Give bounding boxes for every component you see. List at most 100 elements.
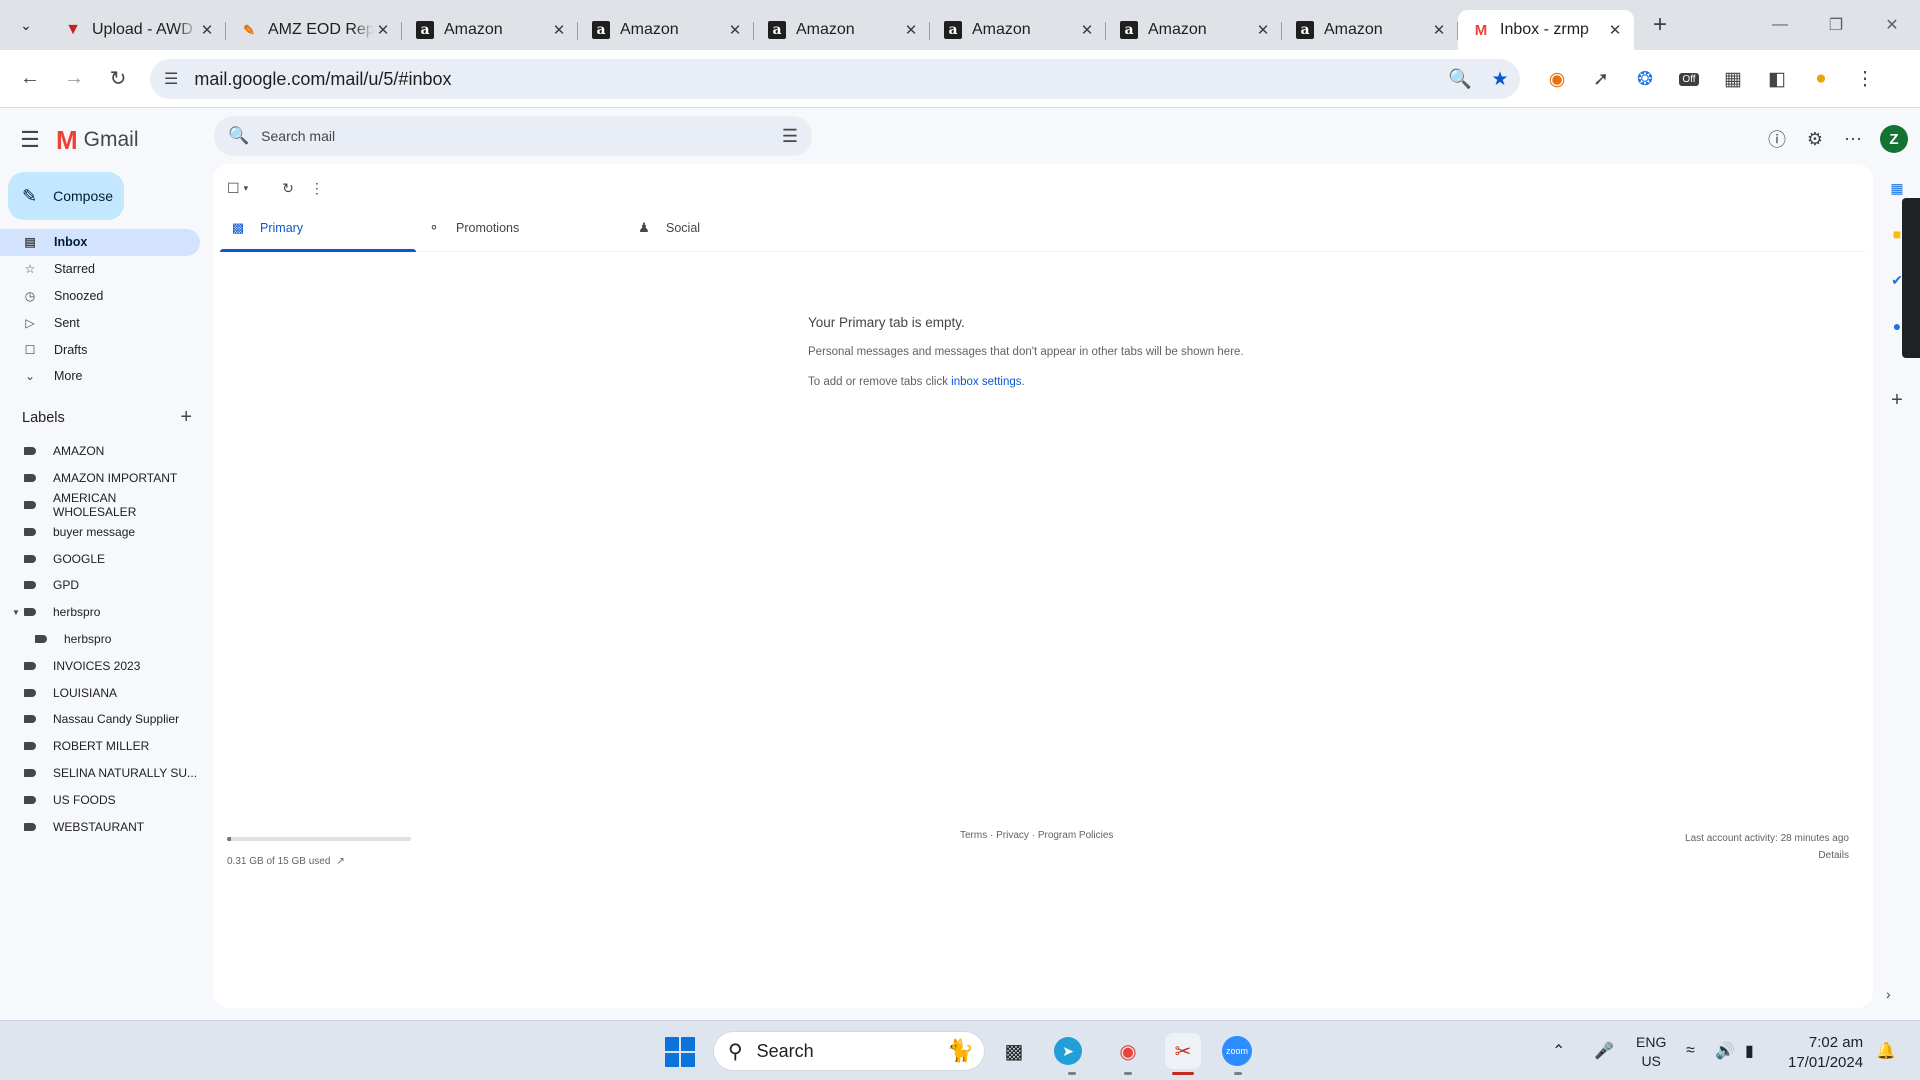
sidebar-item-inbox[interactable]: ▤ Inbox — [0, 229, 200, 256]
profile-avatar-icon[interactable]: ● — [1799, 59, 1843, 99]
apps-grid-icon[interactable]: ⋯ — [1834, 120, 1872, 158]
tab-primary[interactable]: ▩ Primary — [220, 204, 416, 252]
battery-icon[interactable]: ▮ — [1745, 1031, 1754, 1071]
browser-tab[interactable]: a Amazon ✕ — [1282, 10, 1458, 50]
zoom-app-icon[interactable]: zoom — [1222, 1036, 1252, 1066]
sidebar-item-snoozed[interactable]: ◷ Snoozed — [0, 283, 200, 310]
close-tab-icon[interactable]: ✕ — [1430, 21, 1448, 39]
chrome-icon[interactable]: ◉ — [1110, 1033, 1146, 1069]
browser-menu-icon[interactable]: ⋮ — [1843, 59, 1887, 99]
manage-storage-icon[interactable]: ↗ — [336, 856, 344, 867]
label-item[interactable]: GOOGLE — [0, 545, 200, 572]
keep-icon[interactable]: ■ — [1885, 222, 1909, 246]
site-info-icon[interactable]: ☰ — [164, 69, 178, 89]
calendar-icon[interactable]: ▦ — [1885, 176, 1909, 200]
browser-tab[interactable]: a Amazon ✕ — [578, 10, 754, 50]
extension-orange-icon[interactable]: ◉ — [1535, 59, 1579, 99]
close-tab-icon[interactable]: ✕ — [550, 21, 568, 39]
tab-search-button[interactable]: ⌄ — [8, 7, 44, 43]
close-tab-icon[interactable]: ✕ — [374, 21, 392, 39]
extension-off-icon[interactable]: Off — [1667, 59, 1711, 99]
label-item[interactable]: AMAZON IMPORTANT — [0, 465, 200, 492]
tab-promotions[interactable]: ⚬ Promotions — [416, 204, 626, 252]
refresh-button[interactable]: ↻ — [282, 174, 294, 202]
label-item[interactable]: SELINA NATURALLY SU... — [0, 760, 200, 787]
close-tab-icon[interactable]: ✕ — [1078, 21, 1096, 39]
task-view-icon[interactable]: ▩ — [996, 1033, 1032, 1069]
label-item[interactable]: herbspro — [0, 626, 200, 653]
close-tab-icon[interactable]: ✕ — [1254, 21, 1272, 39]
help-icon[interactable]: ⓘ — [1758, 120, 1796, 158]
puzzle-icon[interactable]: ▦ — [1711, 59, 1755, 99]
new-tab-button[interactable]: + — [1642, 7, 1678, 43]
system-clock[interactable]: 7:02 am 17/01/2024 — [1788, 1033, 1863, 1073]
close-window-button[interactable]: ✕ — [1864, 0, 1920, 50]
wifi-icon[interactable]: ≈ — [1686, 1031, 1695, 1071]
details-link[interactable]: Details — [1685, 847, 1849, 864]
search-icon[interactable]: 🔍 — [228, 126, 249, 146]
more-options-icon[interactable]: ⋮ — [310, 174, 324, 202]
address-bar[interactable]: ☰ mail.google.com/mail/u/5/#inbox 🔍 ★ — [150, 59, 1520, 99]
minimize-button[interactable]: — — [1752, 0, 1808, 50]
select-all-checkbox[interactable]: ☐ ▾ — [227, 174, 260, 202]
side-panel-icon[interactable]: ◧ — [1755, 59, 1799, 99]
label-item[interactable]: AMERICAN WHOLESALER — [0, 491, 200, 519]
label-item[interactable]: ▼ herbspro — [0, 599, 200, 626]
taskbar-search[interactable]: ⚲ Search 🐈 — [713, 1031, 985, 1071]
volume-icon[interactable]: 🔊 — [1715, 1031, 1735, 1071]
inbox-settings-link[interactable]: inbox settings — [951, 376, 1021, 388]
search-options-icon[interactable]: ☰ — [782, 126, 798, 147]
telegram-icon[interactable]: ➤ — [1054, 1037, 1082, 1065]
label-item[interactable]: US FOODS — [0, 786, 200, 813]
gmail-logo[interactable]: M Gmail — [56, 125, 139, 156]
tasks-icon[interactable]: ✔ — [1885, 268, 1909, 292]
notifications-bell-icon[interactable]: 🔔 — [1876, 1031, 1896, 1071]
compose-button[interactable]: ✎ Compose — [8, 172, 124, 220]
close-tab-icon[interactable]: ✕ — [902, 21, 920, 39]
browser-tab[interactable]: a Amazon ✕ — [930, 10, 1106, 50]
main-menu-button[interactable]: ☰ — [6, 116, 54, 164]
input-language-indicator[interactable]: ENG US — [1636, 1033, 1666, 1071]
close-tab-icon[interactable]: ✕ — [726, 21, 744, 39]
program-policies-link[interactable]: Program Policies — [1038, 830, 1114, 841]
collapse-caret-icon[interactable]: ▼ — [12, 608, 20, 617]
label-item[interactable]: AMAZON — [0, 438, 200, 465]
sidebar-item-sent[interactable]: ▷ Sent — [0, 309, 200, 336]
microphone-icon[interactable]: 🎤 — [1594, 1031, 1614, 1071]
sidebar-item-more[interactable]: ⌄ More — [0, 363, 200, 390]
browser-tab[interactable]: M Inbox - zrmp ✕ — [1458, 10, 1634, 50]
close-tab-icon[interactable]: ✕ — [1606, 21, 1624, 39]
extension-blue-icon[interactable]: ❂ — [1623, 59, 1667, 99]
tab-social[interactable]: ♟ Social — [626, 204, 836, 252]
forward-button[interactable]: → — [56, 61, 92, 97]
search-input[interactable] — [261, 128, 782, 144]
label-item[interactable]: GPD — [0, 572, 200, 599]
reload-button[interactable]: ↻ — [100, 61, 136, 97]
back-button[interactable]: ← — [12, 61, 48, 97]
close-tab-icon[interactable]: ✕ — [198, 21, 216, 39]
sidebar-item-starred[interactable]: ☆ Starred — [0, 256, 200, 283]
account-avatar[interactable]: Z — [1880, 125, 1908, 153]
bookmark-star-icon[interactable]: ★ — [1480, 68, 1520, 91]
get-addons-icon[interactable]: + — [1885, 388, 1909, 412]
show-hidden-icons[interactable]: ⌃ — [1552, 1031, 1565, 1071]
sidebar-item-drafts[interactable]: ☐ Drafts — [0, 336, 200, 363]
zoom-icon[interactable]: 🔍 — [1440, 67, 1480, 91]
terms-link[interactable]: Terms — [960, 830, 987, 841]
label-item[interactable]: LOUISIANA — [0, 679, 200, 706]
browser-tab[interactable]: a Amazon ✕ — [1106, 10, 1282, 50]
label-item[interactable]: WEBSTAURANT — [0, 813, 200, 840]
privacy-link[interactable]: Privacy — [996, 830, 1029, 841]
browser-tab[interactable]: a Amazon ✕ — [402, 10, 578, 50]
url-text[interactable]: mail.google.com/mail/u/5/#inbox — [194, 69, 1440, 90]
label-item[interactable]: INVOICES 2023 — [0, 652, 200, 679]
create-label-button[interactable]: + — [180, 406, 192, 429]
browser-tab[interactable]: ▼ Upload - AWD ✕ — [50, 10, 226, 50]
snipping-tool-icon[interactable]: ✂ — [1165, 1033, 1201, 1069]
label-item[interactable]: Nassau Candy Supplier — [0, 706, 200, 733]
contacts-icon[interactable]: ● — [1885, 314, 1909, 338]
label-item[interactable]: ROBERT MILLER — [0, 733, 200, 760]
restore-button[interactable]: ❐ — [1808, 0, 1864, 50]
hide-side-panel-icon[interactable]: › — [1886, 986, 1891, 1002]
settings-gear-icon[interactable]: ⚙ — [1796, 120, 1834, 158]
